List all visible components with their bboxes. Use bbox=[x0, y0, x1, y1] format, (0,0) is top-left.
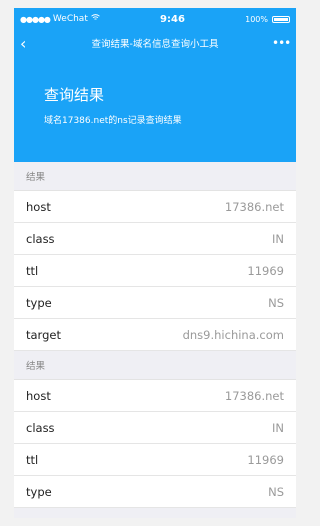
status-bar: ●●●●● WeChat 9:46 100% bbox=[14, 8, 296, 30]
hero-banner: 查询结果 域名17386.net的ns记录查询结果 bbox=[14, 56, 296, 162]
table-row-ttl: ttl 11969 bbox=[14, 444, 296, 476]
row-key: type bbox=[26, 484, 52, 499]
status-right: 100% bbox=[245, 15, 290, 24]
row-key: ttl bbox=[26, 452, 39, 467]
table-row-target: target dns9.hichina.com bbox=[14, 319, 296, 351]
section-header: 结果 bbox=[14, 162, 296, 191]
row-value: NS bbox=[268, 295, 284, 310]
row-key: host bbox=[26, 388, 51, 403]
table-row-type: type NS bbox=[14, 476, 296, 508]
wifi-icon bbox=[91, 14, 100, 24]
row-value: 11969 bbox=[247, 263, 284, 278]
section-header: 结果 bbox=[14, 351, 296, 380]
device-screen: ●●●●● WeChat 9:46 100% ‹ 查询结果-域名信息查询小工具 … bbox=[14, 8, 296, 518]
table-row-class: class IN bbox=[14, 223, 296, 255]
nav-bar: ‹ 查询结果-域名信息查询小工具 ••• bbox=[14, 30, 296, 56]
row-value: dns9.hichina.com bbox=[182, 327, 284, 342]
battery-icon bbox=[271, 15, 290, 23]
result-section-2: 结果 host 17386.net class IN ttl 11969 typ… bbox=[14, 351, 296, 508]
row-value: 17386.net bbox=[224, 388, 284, 403]
hero-title: 查询结果 bbox=[44, 86, 105, 104]
table-row-host: host 17386.net bbox=[14, 191, 296, 223]
row-key: ttl bbox=[26, 263, 39, 278]
row-value: 11969 bbox=[247, 452, 284, 467]
row-value: IN bbox=[272, 231, 284, 246]
row-key: host bbox=[26, 199, 51, 214]
battery-percent: 100% bbox=[245, 14, 268, 24]
more-dots-icon[interactable]: ••• bbox=[272, 36, 291, 50]
row-value: 17386.net bbox=[224, 199, 284, 214]
status-time: 9:46 bbox=[160, 13, 185, 25]
table-row-ttl: ttl 11969 bbox=[14, 255, 296, 287]
hero-subtitle: 域名17386.net的ns记录查询结果 bbox=[44, 116, 182, 126]
row-key: class bbox=[26, 420, 55, 435]
table-row-host: host 17386.net bbox=[14, 380, 296, 412]
result-section-1: 结果 host 17386.net class IN ttl 11969 typ… bbox=[14, 162, 296, 351]
table-row-type: type NS bbox=[14, 287, 296, 319]
signal-icon: ●●●●● bbox=[20, 14, 51, 24]
row-value: NS bbox=[268, 484, 284, 499]
carrier-label: WeChat bbox=[52, 14, 88, 24]
phone-frame: ●●●●● WeChat 9:46 100% ‹ 查询结果-域名信息查询小工具 … bbox=[0, 0, 310, 526]
row-key: class bbox=[26, 231, 55, 246]
row-key: type bbox=[26, 295, 52, 310]
row-key: target bbox=[26, 327, 61, 342]
back-chevron-icon[interactable]: ‹ bbox=[20, 34, 38, 53]
table-row-class: class IN bbox=[14, 412, 296, 444]
nav-title: 查询结果-域名信息查询小工具 bbox=[91, 39, 219, 50]
row-value: IN bbox=[272, 420, 284, 435]
status-left: ●●●●● WeChat bbox=[20, 14, 100, 24]
